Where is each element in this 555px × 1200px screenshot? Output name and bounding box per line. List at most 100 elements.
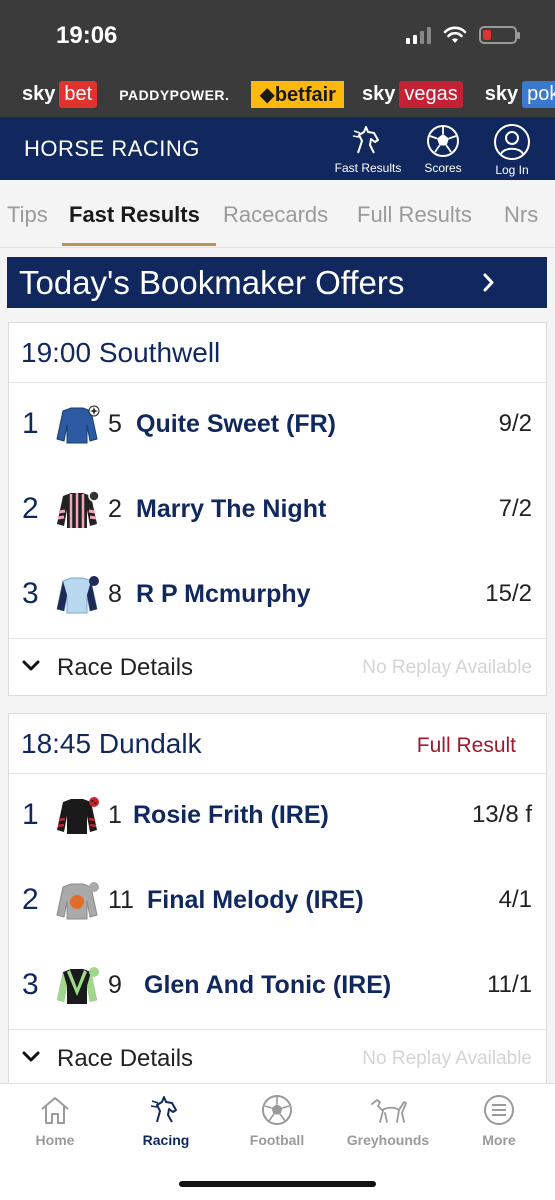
fast-results-label: Fast Results bbox=[334, 161, 402, 175]
odds: 9/2 bbox=[498, 410, 532, 437]
status-icons bbox=[406, 26, 520, 44]
fast-results-button[interactable]: Fast Results bbox=[330, 123, 406, 175]
brand-paddypower[interactable]: PADDYPOWER. bbox=[119, 87, 229, 103]
finish-position: 1 bbox=[22, 798, 39, 831]
finish-position: 1 bbox=[22, 407, 39, 440]
football-icon bbox=[427, 125, 459, 157]
battery-icon bbox=[479, 26, 520, 44]
user-icon bbox=[494, 124, 530, 160]
tab-full-results[interactable]: Full Results bbox=[357, 202, 472, 228]
app-header: HORSE RACING Fast Results Scores Log In bbox=[0, 117, 555, 180]
jockey-silk-icon bbox=[56, 576, 99, 614]
draw-number: 1 bbox=[108, 801, 122, 829]
odds: 15/2 bbox=[485, 580, 532, 607]
nav-greyhounds[interactable]: Greyhounds bbox=[338, 1094, 438, 1148]
full-result-link[interactable]: Full Result bbox=[417, 734, 516, 758]
race-header[interactable]: 18:45 Dundalk Full Result bbox=[9, 714, 546, 774]
nav-greyhounds-label: Greyhounds bbox=[346, 1132, 430, 1148]
nav-more[interactable]: More bbox=[449, 1094, 549, 1148]
odds: 4/1 bbox=[498, 886, 532, 913]
nav-racing[interactable]: Racing bbox=[116, 1094, 216, 1148]
runner-row[interactable]: 3 9 Glen And Tonic (IRE) 11/1 bbox=[9, 944, 546, 1029]
chevron-down-icon bbox=[22, 660, 40, 671]
log-in-label: Log In bbox=[495, 163, 529, 177]
race-title: 19:00 Southwell bbox=[21, 337, 221, 368]
nav-football-label: Football bbox=[249, 1132, 305, 1148]
finish-position: 3 bbox=[22, 577, 39, 610]
tab-fast-results[interactable]: Fast Results bbox=[69, 202, 200, 228]
replay-status: No Replay Available bbox=[362, 657, 532, 678]
scores-button[interactable]: Scores bbox=[405, 123, 481, 175]
horse-name[interactable]: Rosie Frith (IRE) bbox=[133, 801, 329, 830]
greyhound-icon bbox=[371, 1099, 407, 1123]
brand-betfair[interactable]: ◆betfair bbox=[251, 81, 344, 108]
finish-position: 3 bbox=[22, 968, 39, 1001]
finish-position: 2 bbox=[22, 883, 39, 916]
active-tab-indicator bbox=[62, 243, 216, 246]
wifi-icon bbox=[443, 26, 467, 43]
horse-name[interactable]: Quite Sweet (FR) bbox=[136, 410, 336, 439]
draw-number: 8 bbox=[108, 580, 122, 608]
chevron-right-icon bbox=[483, 273, 494, 292]
runner-row[interactable]: 2 11 Final Melody (IRE) 4/1 bbox=[9, 859, 546, 944]
runner-row[interactable]: 2 2 Marry The Night 7/2 bbox=[9, 468, 546, 553]
signal-icon bbox=[406, 26, 431, 44]
draw-number: 5 bbox=[108, 410, 122, 438]
draw-number: 9 bbox=[108, 971, 122, 999]
odds: 11/1 bbox=[487, 971, 532, 998]
race-card: 18:45 Dundalk Full Result 1 1 Rosie Frit… bbox=[8, 713, 547, 1083]
menu-icon bbox=[484, 1095, 514, 1125]
race-details-label: Race Details bbox=[57, 1045, 194, 1072]
nav-more-label: More bbox=[482, 1132, 516, 1148]
tab-racecards[interactable]: Racecards bbox=[223, 202, 328, 228]
replay-status: No Replay Available bbox=[362, 1048, 532, 1069]
race-details-toggle[interactable]: Race Details No Replay Available bbox=[9, 1029, 546, 1083]
brand-skyvegas[interactable]: sky vegas bbox=[362, 81, 463, 108]
home-indicator[interactable] bbox=[179, 1181, 376, 1187]
brand-skybet[interactable]: sky bet bbox=[22, 81, 98, 108]
bookmaker-offers-banner[interactable]: Today's Bookmaker Offers bbox=[7, 257, 547, 308]
home-icon bbox=[41, 1097, 69, 1124]
tab-nrs[interactable]: Nrs bbox=[504, 202, 538, 228]
race-header[interactable]: 19:00 Southwell bbox=[9, 323, 546, 383]
horse-head-icon bbox=[352, 126, 379, 154]
horse-name[interactable]: Glen And Tonic (IRE) bbox=[144, 971, 391, 1000]
nav-racing-label: Racing bbox=[142, 1132, 190, 1148]
race-title: 18:45 Dundalk bbox=[21, 728, 202, 759]
jockey-silk-icon bbox=[56, 882, 99, 920]
jockey-silk-icon bbox=[57, 490, 100, 528]
brand-bar: sky bet PADDYPOWER. ◆betfair sky vegas s… bbox=[0, 72, 555, 117]
runner-row[interactable]: 3 8 R P Mcmurphy 15/2 bbox=[9, 553, 546, 638]
section-tabs: Tips Fast Results Racecards Full Results… bbox=[0, 180, 555, 248]
offers-label: Today's Bookmaker Offers bbox=[19, 264, 405, 301]
status-bar: 19:06 bbox=[0, 0, 555, 72]
runner-row[interactable]: 1 1 Rosie Frith (IRE) 13/8 f bbox=[9, 774, 546, 859]
page-title: HORSE RACING bbox=[24, 136, 200, 161]
jockey-silk-icon bbox=[56, 405, 100, 444]
nav-home-label: Home bbox=[35, 1132, 75, 1148]
scores-label: Scores bbox=[424, 161, 462, 175]
draw-number: 2 bbox=[108, 495, 122, 523]
tab-tips[interactable]: Tips bbox=[7, 202, 48, 228]
status-time: 19:06 bbox=[56, 22, 118, 49]
log-in-button[interactable]: Log In bbox=[474, 123, 550, 177]
chevron-down-icon bbox=[22, 1051, 40, 1062]
race-card: 19:00 Southwell 1 5 Quite Sweet (FR) 9/2… bbox=[8, 322, 547, 696]
horse-name[interactable]: Marry The Night bbox=[136, 495, 326, 524]
horse-head-icon bbox=[150, 1096, 177, 1123]
draw-number: 11 bbox=[108, 886, 134, 914]
brand-skypoker[interactable]: sky poker bbox=[485, 81, 555, 108]
odds: 7/2 bbox=[498, 495, 532, 522]
finish-position: 2 bbox=[22, 492, 39, 525]
horse-name[interactable]: Final Melody (IRE) bbox=[147, 886, 364, 915]
nav-home[interactable]: Home bbox=[5, 1094, 105, 1148]
jockey-silk-icon bbox=[57, 797, 99, 834]
horse-name[interactable]: R P Mcmurphy bbox=[136, 580, 311, 609]
nav-football[interactable]: Football bbox=[227, 1094, 327, 1148]
odds: 13/8 f bbox=[471, 801, 532, 828]
runner-row[interactable]: 1 5 Quite Sweet (FR) 9/2 bbox=[9, 383, 546, 468]
jockey-silk-icon bbox=[57, 967, 99, 1004]
race-details-toggle[interactable]: Race Details No Replay Available bbox=[9, 638, 546, 695]
football-icon bbox=[262, 1095, 292, 1125]
race-details-label: Race Details bbox=[57, 654, 194, 681]
